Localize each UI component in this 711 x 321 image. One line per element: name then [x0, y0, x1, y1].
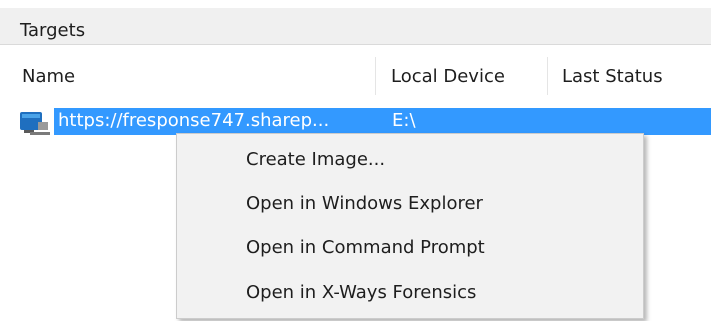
- menu-item-label: Open in Command Prompt: [246, 237, 485, 258]
- column-header-name-label: Name: [22, 66, 76, 87]
- network-drive-icon: [18, 106, 52, 136]
- targets-panel-header: Targets: [0, 8, 711, 45]
- menu-item-create-image[interactable]: Create Image...: [180, 138, 640, 182]
- menu-item-open-in-windows-explorer[interactable]: Open in Windows Explorer: [180, 182, 640, 226]
- context-menu: Create Image... Open in Windows Explorer…: [176, 133, 644, 319]
- panel-title: Targets: [20, 20, 86, 41]
- column-header-last-status-label: Last Status: [562, 66, 663, 87]
- column-header-last-status[interactable]: Last Status: [548, 57, 711, 95]
- targets-window: Targets Name Local Device Last Status ht…: [0, 0, 711, 321]
- row-selection-highlight: https://fresponse747.sharep... E:\: [54, 108, 711, 135]
- menu-item-label: Open in X-Ways Forensics: [246, 282, 477, 303]
- menu-item-open-in-x-ways-forensics[interactable]: Open in X-Ways Forensics: [180, 271, 640, 315]
- menu-item-open-in-command-prompt[interactable]: Open in Command Prompt: [180, 226, 640, 270]
- column-header-local-device-label: Local Device: [391, 66, 505, 87]
- cell-local-device: E:\: [392, 110, 416, 131]
- menu-item-label: Open in Windows Explorer: [246, 193, 483, 214]
- cell-name: https://fresponse747.sharep...: [58, 110, 330, 131]
- column-header-name[interactable]: Name: [0, 57, 376, 95]
- column-header-local-device[interactable]: Local Device: [376, 57, 548, 95]
- menu-item-label: Create Image...: [246, 149, 386, 170]
